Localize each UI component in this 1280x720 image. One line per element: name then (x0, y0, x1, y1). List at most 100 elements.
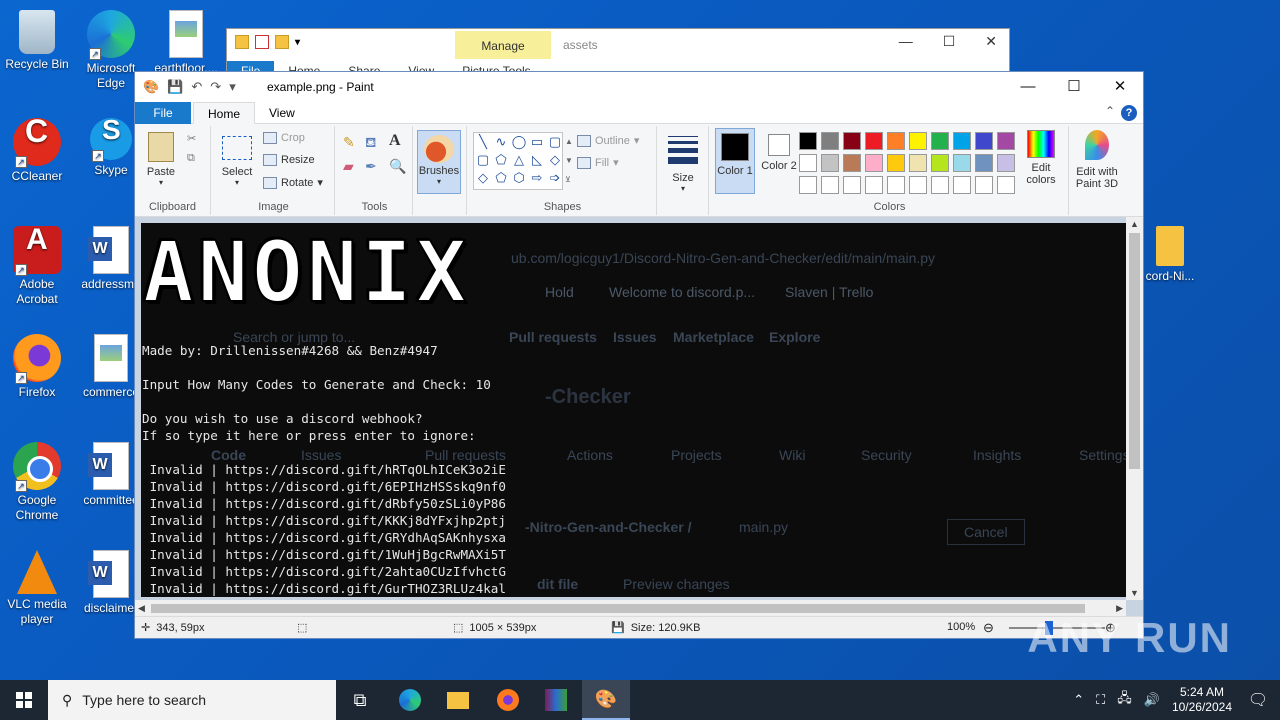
palette-swatch[interactable] (997, 154, 1015, 172)
palette-swatch[interactable] (909, 154, 927, 172)
polygon-shape-icon[interactable]: ⬠ (492, 151, 510, 169)
palette-swatch[interactable] (821, 132, 839, 150)
desktop-icon-folder[interactable]: cord-Ni... (1134, 222, 1206, 284)
line-shape-icon[interactable]: ╲ (474, 133, 492, 151)
palette-swatch[interactable] (843, 132, 861, 150)
tab-file[interactable]: File (135, 102, 191, 124)
horizontal-scroll-thumb[interactable] (151, 604, 1085, 613)
palette-swatch[interactable] (909, 176, 927, 194)
copy-icon[interactable]: ⧉ (187, 152, 195, 165)
palette-swatch[interactable] (799, 154, 817, 172)
hexagon-shape-icon[interactable]: ⬡ (510, 169, 528, 187)
taskbar-file-explorer[interactable] (434, 680, 482, 720)
clock[interactable]: 5:24 AM 10/26/2024 (1172, 685, 1232, 715)
maximize-button[interactable]: ☐ (1051, 72, 1097, 102)
palette-swatch[interactable] (865, 154, 883, 172)
palette-swatch[interactable] (931, 154, 949, 172)
palette-swatch[interactable] (821, 154, 839, 172)
arrow-shape-icon[interactable]: ➩ (546, 169, 564, 187)
pencil-icon[interactable]: ✎ (343, 134, 355, 151)
task-view-button[interactable]: ⧉ (336, 680, 384, 720)
tab-home[interactable]: Home (193, 102, 256, 124)
minimize-button[interactable]: — (1005, 72, 1051, 102)
fill-icon[interactable]: ⛾ (365, 134, 376, 153)
shapes-gallery[interactable]: ╲ ∿ ◯ ▭ ▢ ▢ ⬠ △ ◺ ◇ ◇ ⬠ ⬡ ⇨ ➩ (473, 132, 563, 190)
palette-swatch[interactable] (909, 132, 927, 150)
scroll-down-icon[interactable]: ▼ (1130, 588, 1139, 598)
volume-icon[interactable]: 🔊 (1144, 692, 1160, 708)
save-icon[interactable]: 💾 (167, 79, 183, 95)
paste-button[interactable]: Paste ▾ (141, 132, 181, 187)
size-button[interactable]: Size ▾ (665, 136, 701, 193)
explorer-manage-tab[interactable]: Manage (455, 31, 551, 59)
collapse-ribbon-icon[interactable]: ⌃ (1105, 104, 1115, 118)
edit-colors-button[interactable]: Edit colors (1019, 130, 1063, 186)
arrow-right-shape-icon[interactable]: ⇨ (528, 169, 546, 187)
palette-swatch[interactable] (953, 132, 971, 150)
minimize-icon[interactable]: — (899, 33, 913, 50)
desktop-icon-ccleaner[interactable]: ↗ CCleaner (0, 114, 74, 184)
palette-swatch[interactable] (997, 176, 1015, 194)
brushes-button[interactable]: Brushes ▾ (417, 130, 461, 194)
image-canvas[interactable]: ub.com/logicguy1/Discord-Nitro-Gen-and-C… (141, 223, 1127, 597)
select-button[interactable]: Select ▾ (219, 136, 255, 187)
redo-icon[interactable]: ↷ (210, 79, 221, 95)
pentagon-shape-icon[interactable]: ⬠ (492, 169, 510, 187)
palette-swatch[interactable] (887, 154, 905, 172)
vertical-scroll-thumb[interactable] (1129, 233, 1140, 469)
scroll-right-icon[interactable]: ▶ (1116, 603, 1123, 614)
oval-shape-icon[interactable]: ◯ (510, 133, 528, 151)
diamond-shape-icon[interactable]: ◇ (546, 151, 564, 169)
color2-button[interactable]: Color 2 (759, 128, 799, 192)
palette-swatch[interactable] (953, 176, 971, 194)
resize-button[interactable]: Resize (263, 154, 315, 166)
palette-swatch[interactable] (843, 176, 861, 194)
rectangle-shape-icon[interactable]: ▭ (528, 133, 546, 151)
taskbar-search[interactable]: ⚲ Type here to search (48, 680, 336, 720)
maximize-icon[interactable]: ☐ (943, 33, 956, 50)
edit-with-paint3d-button[interactable]: Edit with Paint 3D (1071, 130, 1123, 190)
close-icon[interactable]: ✕ (985, 33, 997, 50)
shapes-scroll[interactable]: ▲ ▼ ⊻ (565, 132, 573, 189)
customize-qat-icon[interactable]: ▾ (229, 79, 236, 95)
palette-swatch[interactable] (887, 132, 905, 150)
taskbar-paint[interactable]: 🎨 (582, 680, 630, 720)
taskbar-edge[interactable] (386, 680, 434, 720)
zoom-out-icon[interactable]: ⊖ (983, 620, 994, 636)
network-icon[interactable]: 🖧 (1117, 689, 1132, 711)
right-triangle-shape-icon[interactable]: ◺ (528, 151, 546, 169)
palette-swatch[interactable] (799, 176, 817, 194)
desktop-icon-vlc[interactable]: VLC media player (0, 546, 74, 627)
palette-swatch[interactable] (931, 176, 949, 194)
close-button[interactable]: ✕ (1097, 72, 1143, 102)
outline-button[interactable]: Outline ▾ (577, 134, 639, 147)
diamond2-shape-icon[interactable]: ◇ (474, 169, 492, 187)
desktop-icon-earthfloor[interactable]: earthfloor.... (148, 6, 224, 76)
round-rect-shape-icon[interactable]: ▢ (546, 133, 564, 151)
desktop-icon-adobe-acrobat[interactable]: ↗ Adobe Acrobat (0, 222, 74, 307)
palette-swatch[interactable] (865, 176, 883, 194)
scroll-up-icon[interactable]: ▲ (1130, 219, 1139, 229)
desktop-icon-recycle-bin[interactable]: Recycle Bin (0, 6, 74, 72)
desktop-icon-chrome[interactable]: ↗ Google Chrome (0, 438, 74, 523)
magnifier-icon[interactable]: 🔍 (389, 158, 406, 175)
crop-button[interactable]: Crop (263, 132, 305, 144)
tray-overflow-icon[interactable]: ⌃ (1073, 692, 1084, 708)
palette-swatch[interactable] (975, 176, 993, 194)
palette-swatch[interactable] (931, 132, 949, 150)
taskbar-firefox[interactable] (484, 680, 532, 720)
horizontal-scrollbar[interactable]: ◀ ▶ (135, 600, 1126, 617)
vertical-scrollbar[interactable]: ▲ ▼ (1126, 217, 1143, 600)
cut-icon[interactable]: ✂ (187, 132, 196, 145)
color-picker-icon[interactable]: ✒ (365, 158, 377, 175)
palette-swatch[interactable] (865, 132, 883, 150)
eraser-icon[interactable]: ▰ (343, 158, 354, 175)
fill-button[interactable]: Fill ▾ (577, 156, 619, 169)
meet-now-icon[interactable]: ⛶ (1096, 692, 1105, 708)
palette-swatch[interactable] (843, 154, 861, 172)
color1-button[interactable]: Color 1 (715, 128, 755, 194)
palette-swatch[interactable] (799, 132, 817, 150)
scroll-left-icon[interactable]: ◀ (138, 603, 145, 614)
undo-icon[interactable]: ↶ (191, 79, 202, 95)
canvas-area[interactable]: ub.com/logicguy1/Discord-Nitro-Gen-and-C… (135, 217, 1143, 617)
